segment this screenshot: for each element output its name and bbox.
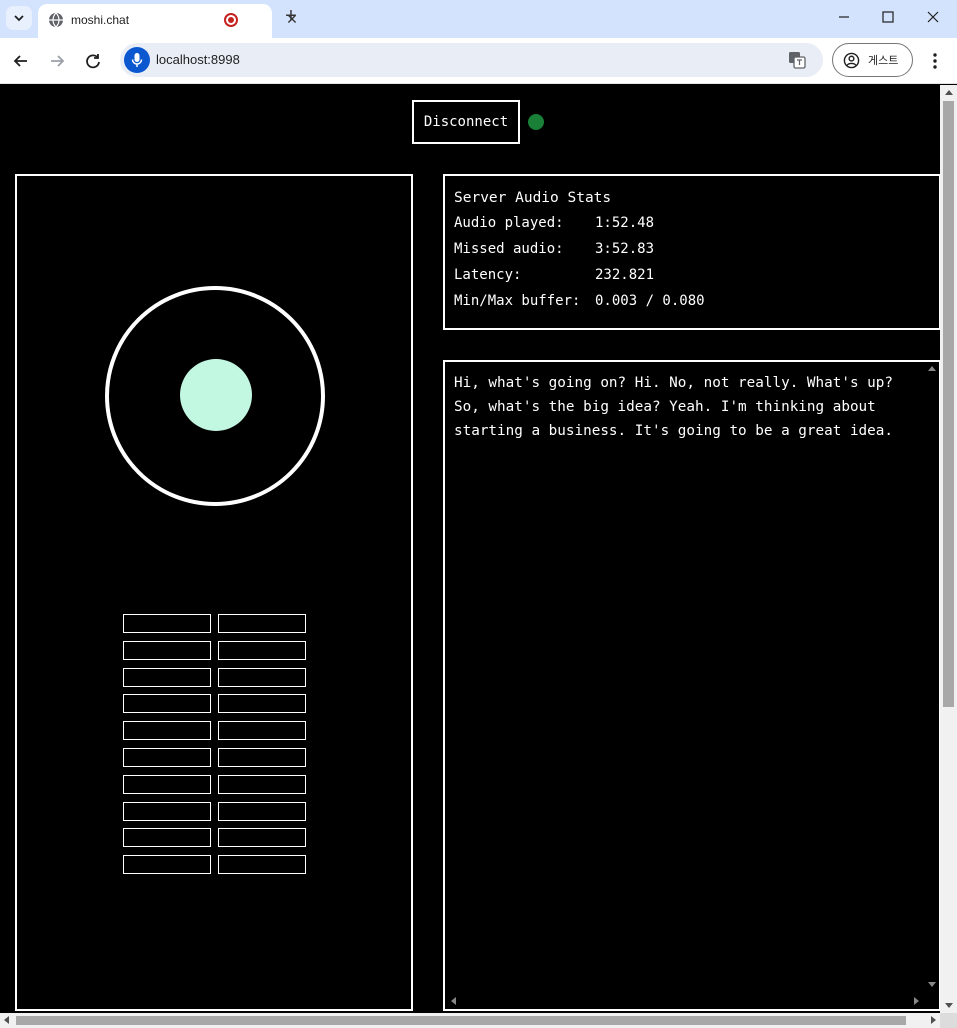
profile-label: 게스트 [868, 54, 899, 67]
level-meter-bar [123, 614, 211, 633]
minimize-icon [839, 16, 849, 18]
horizontal-scroll-thumb[interactable] [16, 1016, 906, 1025]
reload-icon [86, 54, 100, 69]
level-meter-bar [123, 694, 211, 714]
level-meter-bar [218, 721, 306, 741]
stat-label: Min/Max buffer: [454, 293, 581, 309]
disconnect-button[interactable]: Disconnect [412, 100, 520, 144]
new-tab-button[interactable]: + [280, 6, 302, 28]
level-meter-bar [218, 855, 306, 875]
level-meter-bar [123, 801, 211, 821]
back-button[interactable] [10, 50, 32, 72]
stats-title: Server Audio Stats [454, 190, 612, 206]
url-text[interactable]: localhost:8998 [156, 52, 240, 67]
level-meter-bar [123, 721, 211, 741]
scroll-right-arrow[interactable] [931, 1016, 936, 1024]
transcript-text: Hi, what's going on? Hi. No, not really.… [454, 375, 893, 439]
browser-toolbar: localhost:8998 게스트 [0, 38, 957, 84]
tab-search-button[interactable] [6, 6, 32, 30]
level-meter-bar [123, 667, 211, 687]
mic-icon [131, 53, 143, 67]
transcript-scroll-up[interactable] [928, 366, 936, 371]
tab-strip: moshi.chat ✕ + [0, 0, 957, 38]
transcript-scroll-right[interactable] [914, 997, 919, 1005]
address-bar[interactable]: localhost:8998 [120, 43, 823, 77]
transcript-textarea[interactable]: Hi, what's going on? Hi. No, not really.… [443, 360, 941, 1011]
level-meter-bar [123, 855, 211, 875]
reload-button[interactable] [82, 50, 104, 72]
kebab-menu-icon [933, 53, 937, 69]
chevron-down-icon [14, 15, 24, 22]
level-meter-bar [218, 694, 306, 714]
transcript-scroll-left[interactable] [451, 997, 456, 1005]
close-window-button[interactable] [913, 6, 953, 28]
page-content: Disconnect Server Audio Stats Audio play… [0, 85, 957, 1028]
stat-value: 0.003 / 0.080 [595, 293, 705, 309]
forward-button[interactable] [46, 50, 68, 72]
stat-row: Latency: 232.821 [454, 262, 930, 288]
level-meter-bar [218, 828, 306, 848]
close-icon [927, 11, 939, 23]
stat-value: 232.821 [595, 267, 655, 283]
level-meter-bar [218, 614, 306, 633]
level-meter-bar [218, 640, 306, 660]
translate-icon[interactable] [788, 51, 806, 69]
audio-visualizer-panel [15, 174, 413, 1011]
page-vertical-scrollbar[interactable] [940, 85, 957, 1013]
minimize-button[interactable] [824, 6, 864, 28]
vertical-scroll-thumb[interactable] [943, 101, 954, 707]
maximize-icon [882, 11, 894, 23]
profile-icon [843, 52, 860, 69]
server-audio-stats: Server Audio Stats Audio played: 1:52.48 … [443, 174, 941, 330]
browser-menu-button[interactable] [926, 50, 944, 72]
level-meter-bar [218, 801, 306, 821]
audio-level-dot [180, 359, 252, 431]
level-meter-bar [218, 774, 306, 794]
audio-level-ring [105, 286, 325, 506]
level-meter-bar [218, 748, 306, 767]
connection-status-indicator [528, 114, 544, 130]
stat-row: Audio played: 1:52.48 [454, 210, 930, 236]
recording-icon [224, 13, 238, 27]
level-meter-bar [123, 748, 211, 767]
page-horizontal-scrollbar[interactable] [0, 1013, 940, 1028]
level-meter-bar [123, 828, 211, 848]
stat-label: Latency: [454, 267, 522, 283]
level-meter-bar [218, 667, 306, 687]
scrollbar-corner [940, 1013, 957, 1028]
stat-label: Audio played: [454, 215, 564, 231]
scroll-left-arrow[interactable] [4, 1016, 9, 1024]
stat-label: Missed audio: [454, 241, 564, 257]
stat-value: 3:52.83 [595, 241, 655, 257]
mic-button[interactable] [124, 47, 150, 73]
scroll-down-arrow[interactable] [945, 1003, 953, 1008]
browser-tab[interactable]: moshi.chat ✕ [38, 4, 298, 38]
forward-arrow-icon [51, 55, 65, 67]
profile-button[interactable]: 게스트 [832, 43, 913, 77]
globe-icon [49, 12, 63, 28]
tab-title: moshi.chat [71, 13, 130, 27]
stat-row: Min/Max buffer: 0.003 / 0.080 [454, 288, 930, 314]
level-meter-bar [123, 640, 211, 660]
level-meter-bar [123, 774, 211, 794]
maximize-button[interactable] [868, 6, 908, 28]
stat-row: Missed audio: 3:52.83 [454, 236, 930, 262]
back-arrow-icon [13, 55, 27, 67]
scroll-up-arrow[interactable] [945, 90, 953, 95]
transcript-scroll-down[interactable] [928, 982, 936, 987]
stat-value: 1:52.48 [595, 215, 655, 231]
